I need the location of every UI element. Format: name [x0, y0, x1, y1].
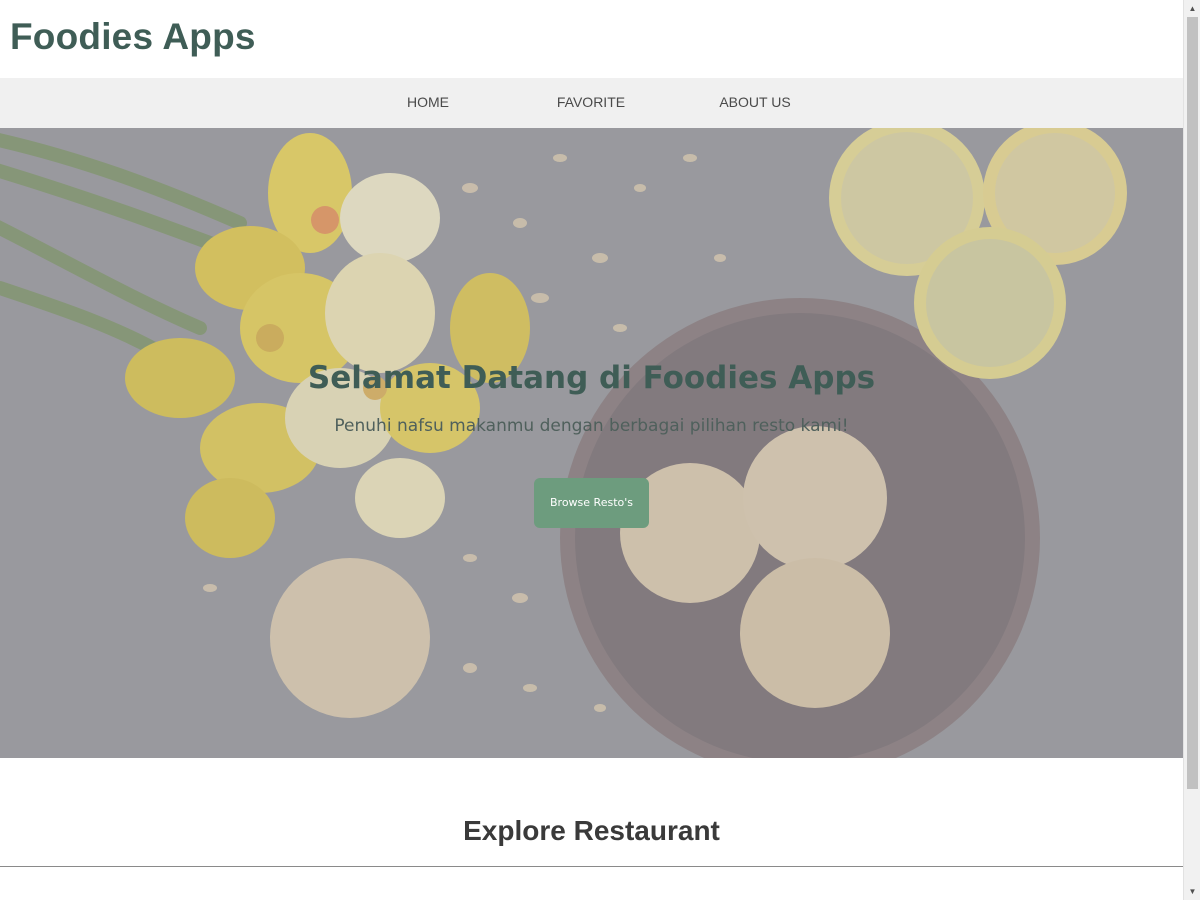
page: Foodies Apps HOME FAVORITE ABOUT US Sela…: [0, 0, 1183, 900]
scroll-down-icon[interactable]: ▼: [1184, 883, 1200, 900]
section-divider: [0, 866, 1183, 867]
scrollbar-thumb[interactable]: [1187, 17, 1198, 789]
browse-restos-button[interactable]: Browse Resto's: [534, 478, 649, 528]
scroll-up-icon[interactable]: ▲: [1184, 0, 1200, 17]
hero-title: Selamat Datang di Foodies Apps: [307, 360, 876, 396]
app-header: Foodies Apps: [0, 0, 1183, 78]
nav-favorite-link[interactable]: FAVORITE: [521, 78, 661, 128]
explore-restaurant-heading: Explore Restaurant: [463, 815, 720, 846]
main-nav: HOME FAVORITE ABOUT US: [0, 78, 1183, 128]
hero-section: Selamat Datang di Foodies Apps Penuhi na…: [0, 128, 1183, 758]
hero-overlay: [0, 128, 1183, 758]
nav-home-link[interactable]: HOME: [358, 78, 498, 128]
app-title[interactable]: Foodies Apps: [10, 16, 256, 58]
nav-about-link[interactable]: ABOUT US: [685, 78, 825, 128]
vertical-scrollbar[interactable]: ▲ ▼: [1183, 0, 1200, 900]
hero-subtitle: Penuhi nafsu makanmu dengan berbagai pil…: [334, 416, 849, 436]
